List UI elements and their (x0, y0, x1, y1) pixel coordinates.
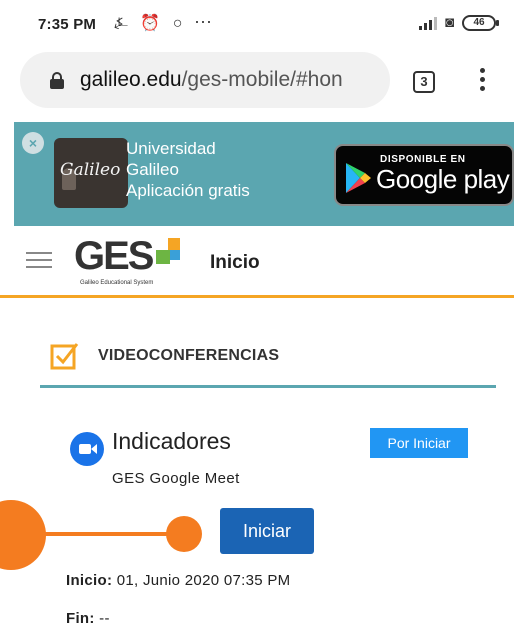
lock-icon (50, 72, 64, 89)
end-time-row: Fin: -- (66, 610, 110, 627)
app-icon-logo: Galileo (60, 160, 121, 180)
end-time-label: Fin: (66, 610, 95, 627)
section-header: VIDEOCONFERENCIAS (40, 330, 496, 388)
meeting-title: Indicadores (112, 428, 231, 454)
tabs-button[interactable]: 3 (413, 71, 435, 93)
signal-icon (418, 16, 437, 30)
banner-line-3: Aplicación gratis (126, 181, 250, 200)
google-play-icon (346, 163, 371, 193)
start-meeting-button[interactable]: Iniciar (220, 508, 314, 554)
banner-text: Universidad Galileo Aplicación gratis (126, 138, 250, 201)
checkbox-icon (50, 343, 79, 370)
close-icon[interactable]: × (22, 132, 44, 154)
url-path: /ges-mobile/#hon (181, 68, 343, 91)
url-host: galileo.edu (80, 68, 182, 91)
meeting-subtitle: GES Google Meet (112, 470, 240, 487)
browser-toolbar: galileo.edu/ges-mobile/#hon 3 (0, 48, 514, 120)
end-time-value: -- (94, 610, 110, 627)
section-title: VIDEOCONFERENCIAS (98, 347, 280, 364)
notification-icons: ⍼ ⏰ ○ (114, 15, 187, 32)
start-time-value: 01, Junio 2020 07:35 PM (112, 572, 291, 589)
video-camera-icon (70, 432, 104, 466)
google-play-button[interactable]: DISPONIBLE EN Google play (334, 144, 514, 206)
browser-menu-icon[interactable] (480, 68, 486, 95)
more-notifications-icon: ··· (194, 11, 212, 31)
url-text[interactable]: galileo.edu/ges-mobile/#hon (80, 68, 380, 92)
banner-line-1: Universidad (126, 139, 216, 158)
annotation-dot-small (166, 516, 202, 552)
system-indicators: ◙ 46 (418, 14, 499, 31)
app-install-banner: × Galileo Universidad Galileo Aplicación… (14, 122, 514, 226)
ges-logo[interactable]: GES Galileo Educational System (70, 234, 190, 290)
start-time-row: Inicio: 01, Junio 2020 07:35 PM (66, 572, 290, 589)
store-name: Google play (376, 164, 510, 194)
hamburger-menu-icon[interactable] (26, 252, 52, 273)
annotation-dot-large (0, 500, 46, 570)
wifi-icon: ◙ (444, 14, 454, 31)
address-bar[interactable]: galileo.edu/ges-mobile/#hon (20, 52, 390, 108)
status-time: 7:35 PM (38, 16, 97, 33)
app-icon[interactable]: Galileo (54, 138, 128, 208)
start-time-label: Inicio: (66, 572, 113, 589)
status-bar: 7:35 PM ⍼ ⏰ ○ ··· ◙ 46 (0, 0, 514, 44)
meeting-card: Indicadores Por Iniciar GES Google Meet … (0, 420, 514, 643)
logo-subtitle: Galileo Educational System (80, 280, 154, 286)
battery-icon: 46 (462, 14, 499, 31)
banner-line-2: Galileo (126, 160, 179, 179)
app-header: GES Galileo Educational System Inicio (0, 226, 514, 298)
logo-text: GES (74, 234, 154, 278)
status-badge: Por Iniciar (370, 428, 468, 458)
page-title: Inicio (210, 252, 260, 273)
